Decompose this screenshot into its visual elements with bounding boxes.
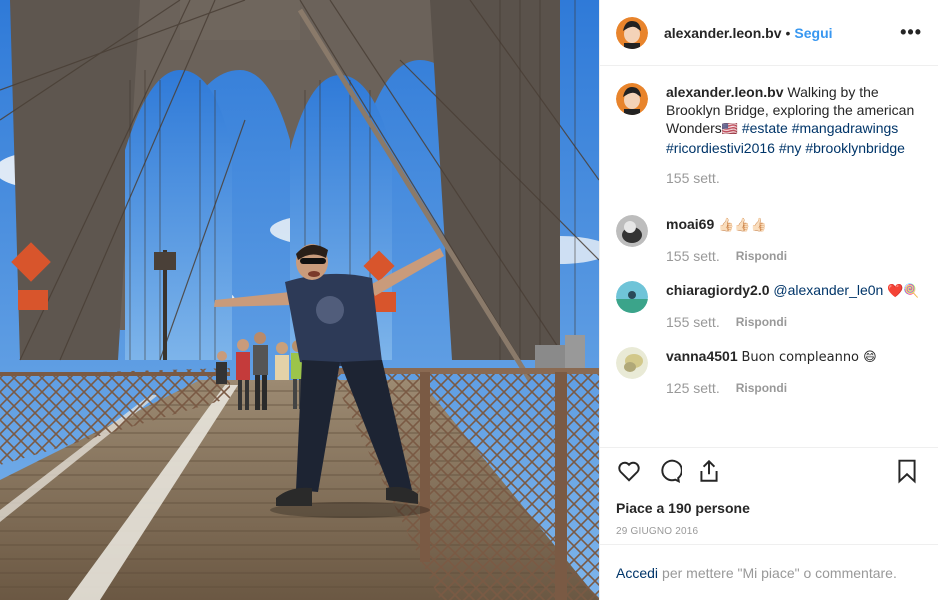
- hashtag-link[interactable]: #mangadrawings: [792, 120, 899, 136]
- comment-body: chiaragiordy2.0 @alexander_le0n ❤️🍭 155 …: [666, 281, 921, 331]
- post-sidebar: alexander.leon.bv • Segui ••• alexander.…: [599, 0, 938, 600]
- commenter-avatar[interactable]: [616, 281, 648, 313]
- comment-item: vanna4501 Buon compleanno 😄 125 sett. Ri…: [616, 347, 922, 397]
- bookmark-icon[interactable]: [894, 458, 922, 486]
- comment-icon[interactable]: [656, 458, 684, 486]
- post-header: alexander.leon.bv • Segui •••: [600, 0, 938, 66]
- post-photo[interactable]: [0, 0, 599, 600]
- brooklyn-bridge-photo: [0, 0, 599, 600]
- hashtag-link[interactable]: #estate: [742, 120, 788, 136]
- comment-item: chiaragiordy2.0 @alexander_le0n ❤️🍭 155 …: [616, 281, 922, 331]
- caption-username[interactable]: alexander.leon.bv: [666, 84, 784, 100]
- comment-meta: 155 sett. Rispondi: [666, 247, 921, 265]
- comment-body: moai69 👍🏻👍🏻👍🏻 155 sett. Rispondi: [666, 215, 921, 265]
- follow-button[interactable]: Segui: [794, 25, 832, 41]
- comment-timestamp[interactable]: 125 sett.: [666, 379, 720, 397]
- caption-avatar[interactable]: [616, 83, 648, 115]
- author-avatar[interactable]: [616, 16, 648, 49]
- hashtag-link[interactable]: #ricordiestivi2016: [666, 140, 775, 156]
- hashtag-link[interactable]: #ny: [779, 140, 802, 156]
- caption-meta: 155 sett.: [666, 169, 921, 187]
- hashtag-link[interactable]: #brooklynbridge: [805, 140, 905, 156]
- heart-icon[interactable]: [616, 458, 644, 486]
- avatar-photo: [616, 347, 648, 379]
- reply-button[interactable]: Rispondi: [736, 379, 787, 397]
- comment-body: vanna4501 Buon compleanno 😄 125 sett. Ri…: [666, 347, 921, 397]
- comment-timestamp[interactable]: 155 sett.: [666, 247, 720, 265]
- post-actions: Piace a 190 persone 29 GIUGNO 2016: [600, 447, 938, 537]
- comment-text: 👍🏻👍🏻👍🏻: [718, 218, 767, 233]
- share-icon[interactable]: [696, 458, 724, 486]
- more-options-icon[interactable]: •••: [900, 22, 922, 43]
- avatar-photo: [616, 281, 648, 313]
- action-icons: [616, 458, 922, 486]
- post-date[interactable]: 29 GIUGNO 2016: [616, 526, 922, 537]
- avatar-illustration: [616, 83, 648, 115]
- caption-timestamp[interactable]: 155 sett.: [666, 169, 720, 187]
- caption-body: alexander.leon.bv Walking by the Brookly…: [666, 83, 921, 187]
- comment-meta: 125 sett. Rispondi: [666, 379, 921, 397]
- comment-username[interactable]: chiaragiordy2.0: [666, 282, 770, 298]
- comment-timestamp[interactable]: 155 sett.: [666, 313, 720, 331]
- avatar-illustration: [616, 16, 648, 49]
- likes-count[interactable]: Piace a 190 persone: [616, 500, 922, 516]
- login-prompt: Accedi per mettere "Mi piace" o commenta…: [600, 544, 938, 600]
- login-link[interactable]: Accedi: [616, 565, 658, 581]
- flag-emoji: 🇺🇸: [721, 122, 738, 137]
- avatar-photo: [616, 215, 648, 247]
- caption: alexander.leon.bv Walking by the Brookly…: [616, 83, 922, 187]
- author-username[interactable]: alexander.leon.bv: [664, 25, 782, 41]
- separator-dot: •: [785, 24, 791, 41]
- comment-text: Buon compleanno 😄: [741, 350, 877, 365]
- commenter-avatar[interactable]: [616, 215, 648, 247]
- comment-username[interactable]: vanna4501: [666, 348, 738, 364]
- reply-button[interactable]: Rispondi: [736, 313, 787, 331]
- reply-button[interactable]: Rispondi: [736, 247, 787, 265]
- mention-link[interactable]: @alexander_le0n: [773, 282, 883, 298]
- comment-meta: 155 sett. Rispondi: [666, 313, 921, 331]
- comments-list[interactable]: alexander.leon.bv Walking by the Brookly…: [600, 67, 938, 447]
- comment-text: ❤️🍭: [887, 284, 920, 299]
- commenter-avatar[interactable]: [616, 347, 648, 379]
- login-prompt-text: per mettere "Mi piace" o commentare.: [662, 564, 897, 581]
- comment-username[interactable]: moai69: [666, 216, 714, 232]
- comment-item: moai69 👍🏻👍🏻👍🏻 155 sett. Rispondi: [616, 215, 922, 265]
